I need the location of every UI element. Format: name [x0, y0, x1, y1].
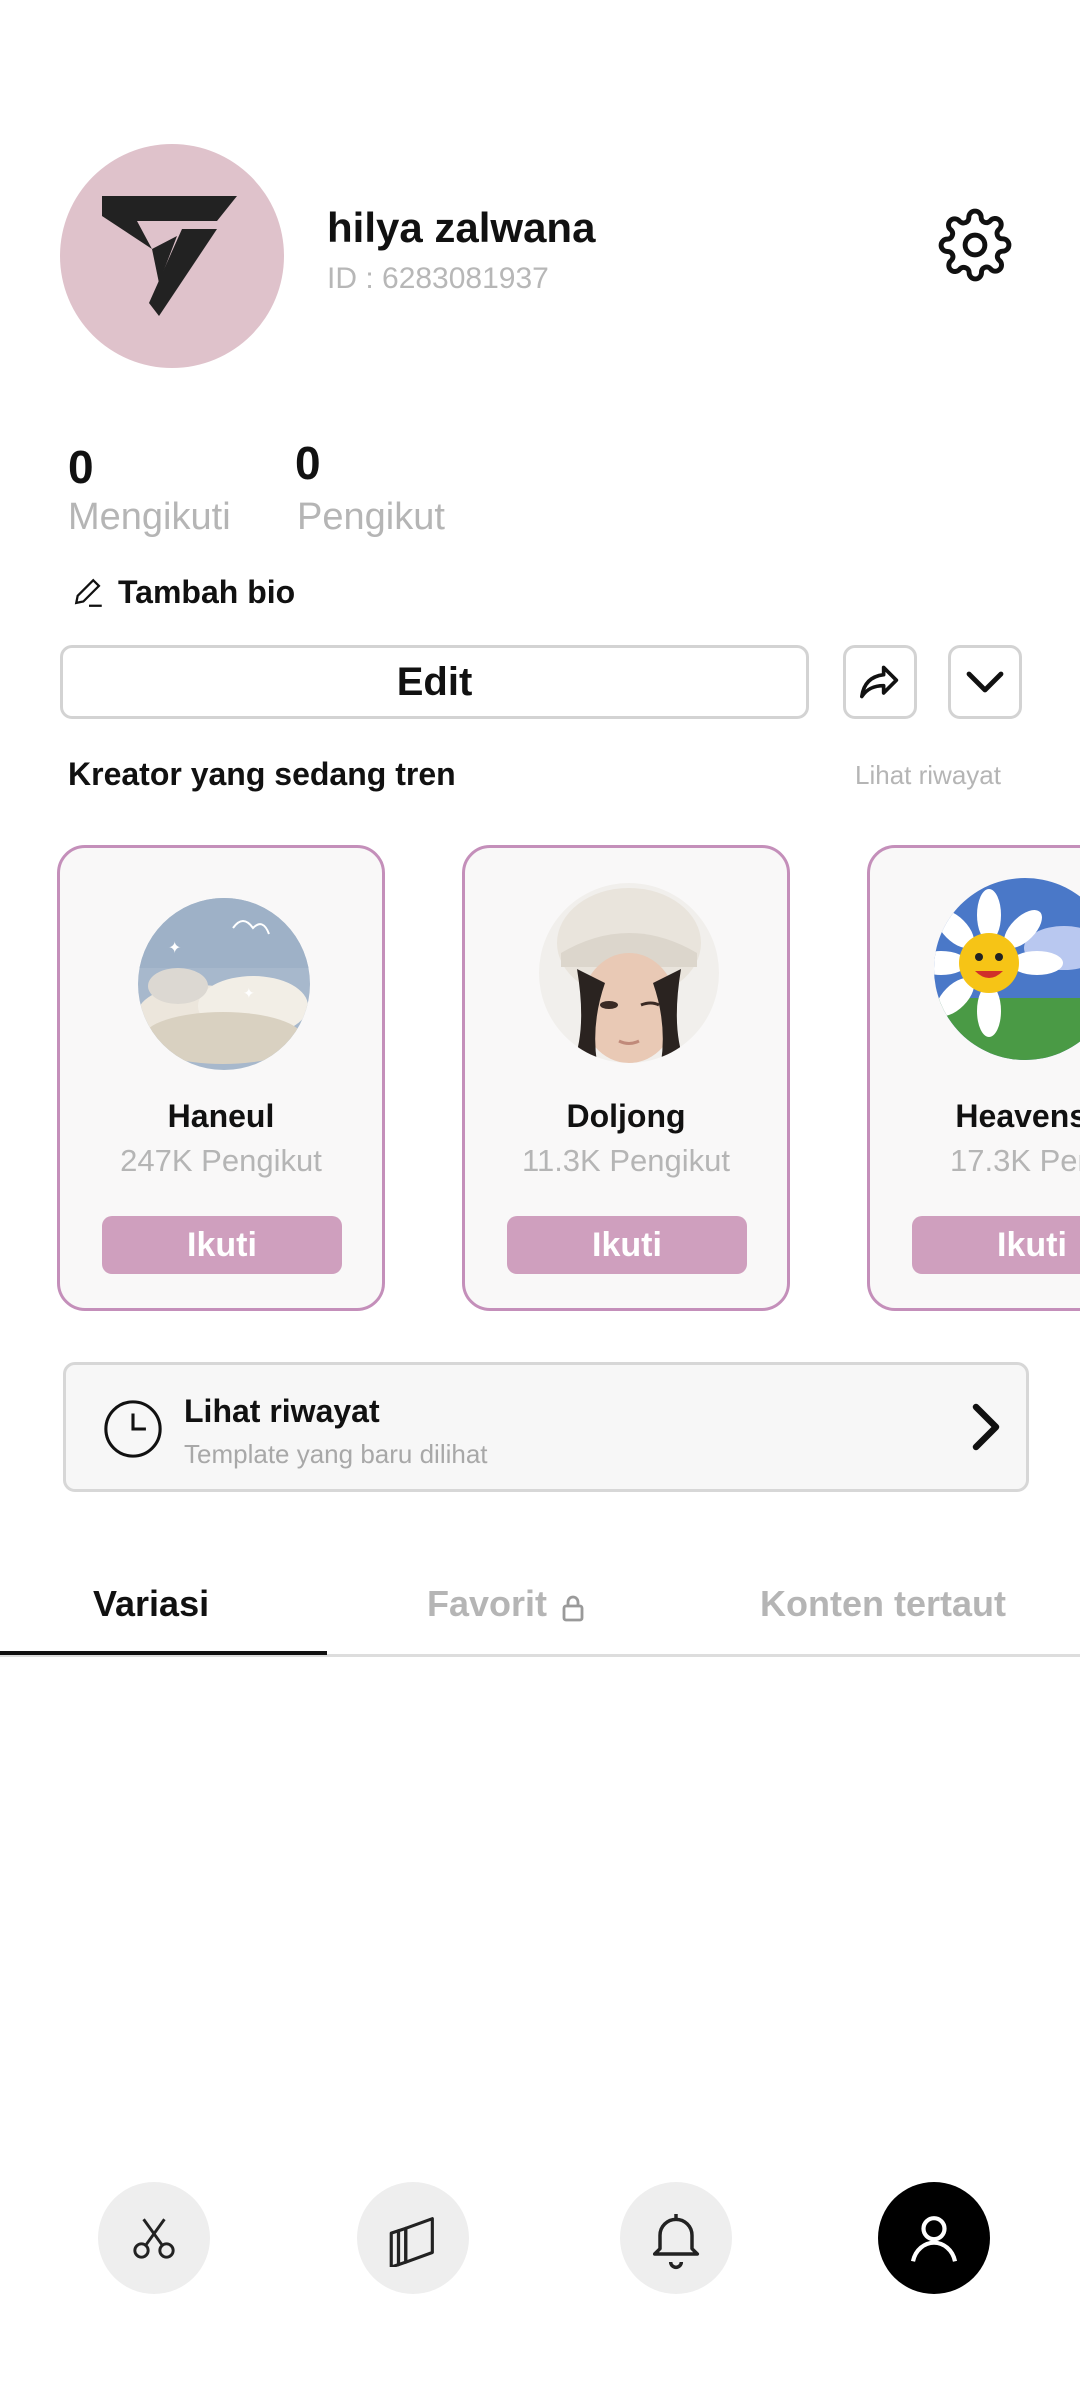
nav-templates[interactable] [357, 2182, 469, 2294]
expand-button[interactable] [948, 645, 1022, 719]
tab-variasi[interactable]: Variasi [93, 1583, 209, 1625]
add-bio-label: Tambah bio [118, 574, 296, 610]
settings-button[interactable] [938, 208, 1012, 282]
profile-avatar[interactable] [60, 144, 284, 368]
creator-name: Heavensu [955, 1098, 1080, 1134]
edit-profile-button[interactable]: Edit [60, 645, 809, 719]
follow-button[interactable]: Ikuti [507, 1216, 747, 1274]
pencil-icon [74, 578, 102, 607]
profile-icon [910, 2216, 958, 2262]
bell-icon [652, 2214, 700, 2269]
chevron-down-icon [966, 671, 1004, 693]
profile-id: ID : 6283081937 [327, 262, 549, 295]
tab-konten-tertaut[interactable]: Konten tertaut [760, 1583, 1006, 1625]
view-history-row[interactable]: Lihat riwayat Template yang baru dilihat [63, 1362, 1029, 1492]
lock-icon [562, 1595, 584, 1622]
tab-active-indicator [0, 1651, 327, 1655]
scissors-icon [133, 2218, 175, 2259]
creator-card[interactable]: Heavensu 17.3K Peng Ikuti [867, 845, 1080, 1311]
share-arrow-icon [859, 665, 899, 699]
following-label: Mengikuti [68, 496, 231, 538]
profile-tabs: Variasi Favorit Konten tertaut [0, 1583, 1080, 1657]
follow-button[interactable]: Ikuti [102, 1216, 342, 1274]
followers-label: Pengikut [297, 496, 445, 538]
gear-icon [938, 208, 1012, 282]
stat-following[interactable]: 0 [68, 440, 94, 494]
creator-name: Doljong [566, 1098, 686, 1134]
svg-text:✦: ✦ [243, 985, 255, 1001]
creator-card[interactable]: Doljong 11.3K Pengikut Ikuti [462, 845, 790, 1311]
creator-carousel[interactable]: ✦ ✦ Haneul 247K Pengikut Ikuti Doljong 1… [0, 845, 1080, 1315]
creator-followers: 247K Pengikut [120, 1143, 322, 1178]
creator-avatar [934, 878, 1080, 1060]
stat-followers[interactable]: 0 [295, 436, 321, 490]
profile-name: hilya zalwana [327, 204, 596, 251]
history-subtitle: Template yang baru dilihat [184, 1439, 488, 1469]
creator-card[interactable]: ✦ ✦ Haneul 247K Pengikut Ikuti [57, 845, 385, 1311]
creator-avatar [539, 883, 719, 1063]
svg-text:✦: ✦ [168, 940, 181, 957]
nav-edit[interactable] [98, 2182, 210, 2294]
follow-button[interactable]: Ikuti [912, 1216, 1080, 1274]
history-title: Lihat riwayat [184, 1393, 380, 1429]
add-bio-button[interactable]: Tambah bio [72, 574, 295, 611]
clock-icon [104, 1400, 162, 1458]
followers-count: 0 [295, 437, 321, 489]
share-button[interactable] [843, 645, 917, 719]
chevron-right-icon [972, 1403, 1000, 1451]
trending-title: Kreator yang sedang tren [68, 756, 456, 792]
following-count: 0 [68, 441, 94, 493]
creator-followers: 11.3K Pengikut [522, 1143, 730, 1178]
creator-avatar: ✦ ✦ [138, 898, 310, 1070]
creator-followers: 17.3K Peng [949, 1143, 1080, 1178]
nav-profile[interactable] [878, 2182, 990, 2294]
logo-icon [102, 196, 237, 316]
nav-notifications[interactable] [620, 2182, 732, 2294]
view-history-link[interactable]: Lihat riwayat [855, 760, 1001, 791]
creator-name: Haneul [167, 1098, 275, 1134]
templates-icon [389, 2217, 434, 2267]
tab-favorit-label: Favorit [427, 1583, 548, 1624]
tab-favorit[interactable]: Favorit [427, 1583, 585, 1625]
